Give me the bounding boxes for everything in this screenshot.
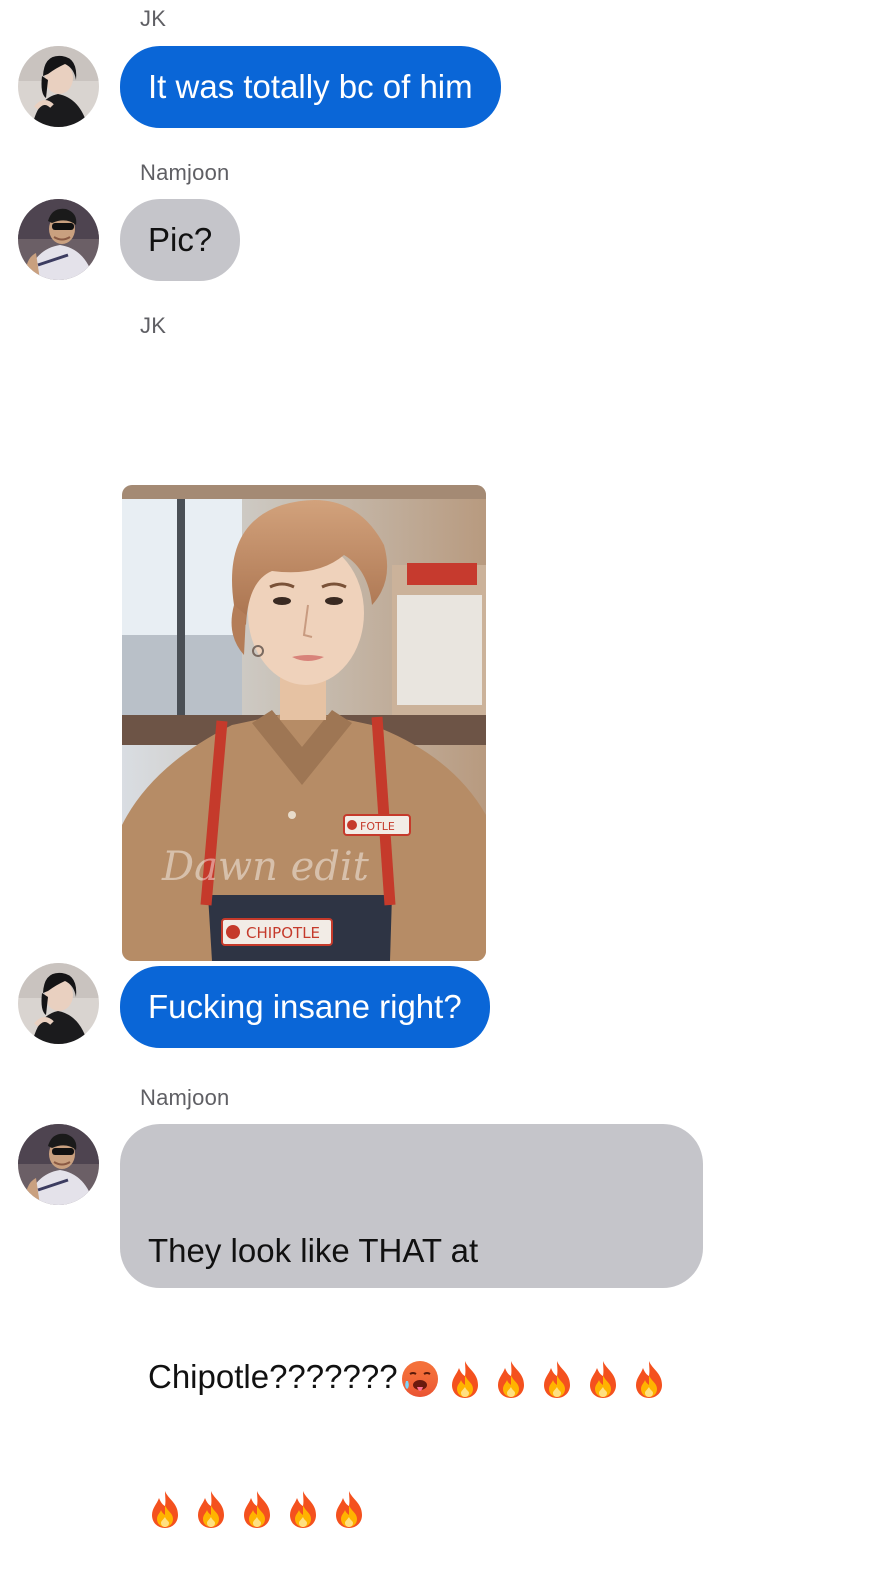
message-emoji-line [148, 1485, 675, 1527]
fire-emoji-icon [332, 1489, 366, 1529]
message-bubble-outgoing[interactable]: It was totally bc of him [120, 46, 501, 128]
message-bubble-outgoing[interactable]: Fucking insane right? [120, 966, 490, 1048]
fire-emoji-icon [194, 1489, 228, 1529]
message-bubble-incoming[interactable]: They look like THAT at Chipotle??????? [120, 1124, 703, 1288]
avatar-jk[interactable] [18, 46, 99, 127]
fire-emoji-icon [448, 1359, 482, 1399]
fire-emoji-icon [494, 1359, 528, 1399]
fire-emoji-icon [586, 1359, 620, 1399]
sender-name-namjoon: Namjoon [140, 1085, 230, 1110]
message-bubble-incoming[interactable]: Pic? [120, 199, 241, 281]
apron-logo-text: CHIPOTLE [246, 924, 320, 942]
message-text-line: Chipotle??????? [148, 1356, 675, 1399]
fire-emoji-icon [632, 1359, 666, 1399]
avatar-namjoon[interactable] [18, 1124, 99, 1205]
hot-face-emoji-icon [400, 1359, 440, 1399]
fire-emoji-icon [286, 1489, 320, 1529]
photo-watermark: Dawn edit [161, 844, 370, 890]
fire-emoji-icon [148, 1489, 182, 1529]
sender-name-jk: JK [140, 313, 167, 338]
avatar-jk[interactable] [18, 963, 99, 1044]
fire-emoji-icon [240, 1489, 274, 1529]
sender-name-namjoon: Namjoon [140, 160, 230, 185]
avatar-namjoon[interactable] [18, 199, 99, 280]
sender-name-jk: JK [140, 6, 167, 31]
message-text-line: They look like THAT at [148, 1232, 479, 1269]
message-text-fragment: Chipotle??????? [148, 1358, 398, 1395]
shirt-logo-text: FOTLE [360, 820, 395, 833]
message-photo[interactable]: CHIPOTLE FOTLE Dawn edit [122, 485, 486, 961]
fire-emoji-icon [540, 1359, 574, 1399]
